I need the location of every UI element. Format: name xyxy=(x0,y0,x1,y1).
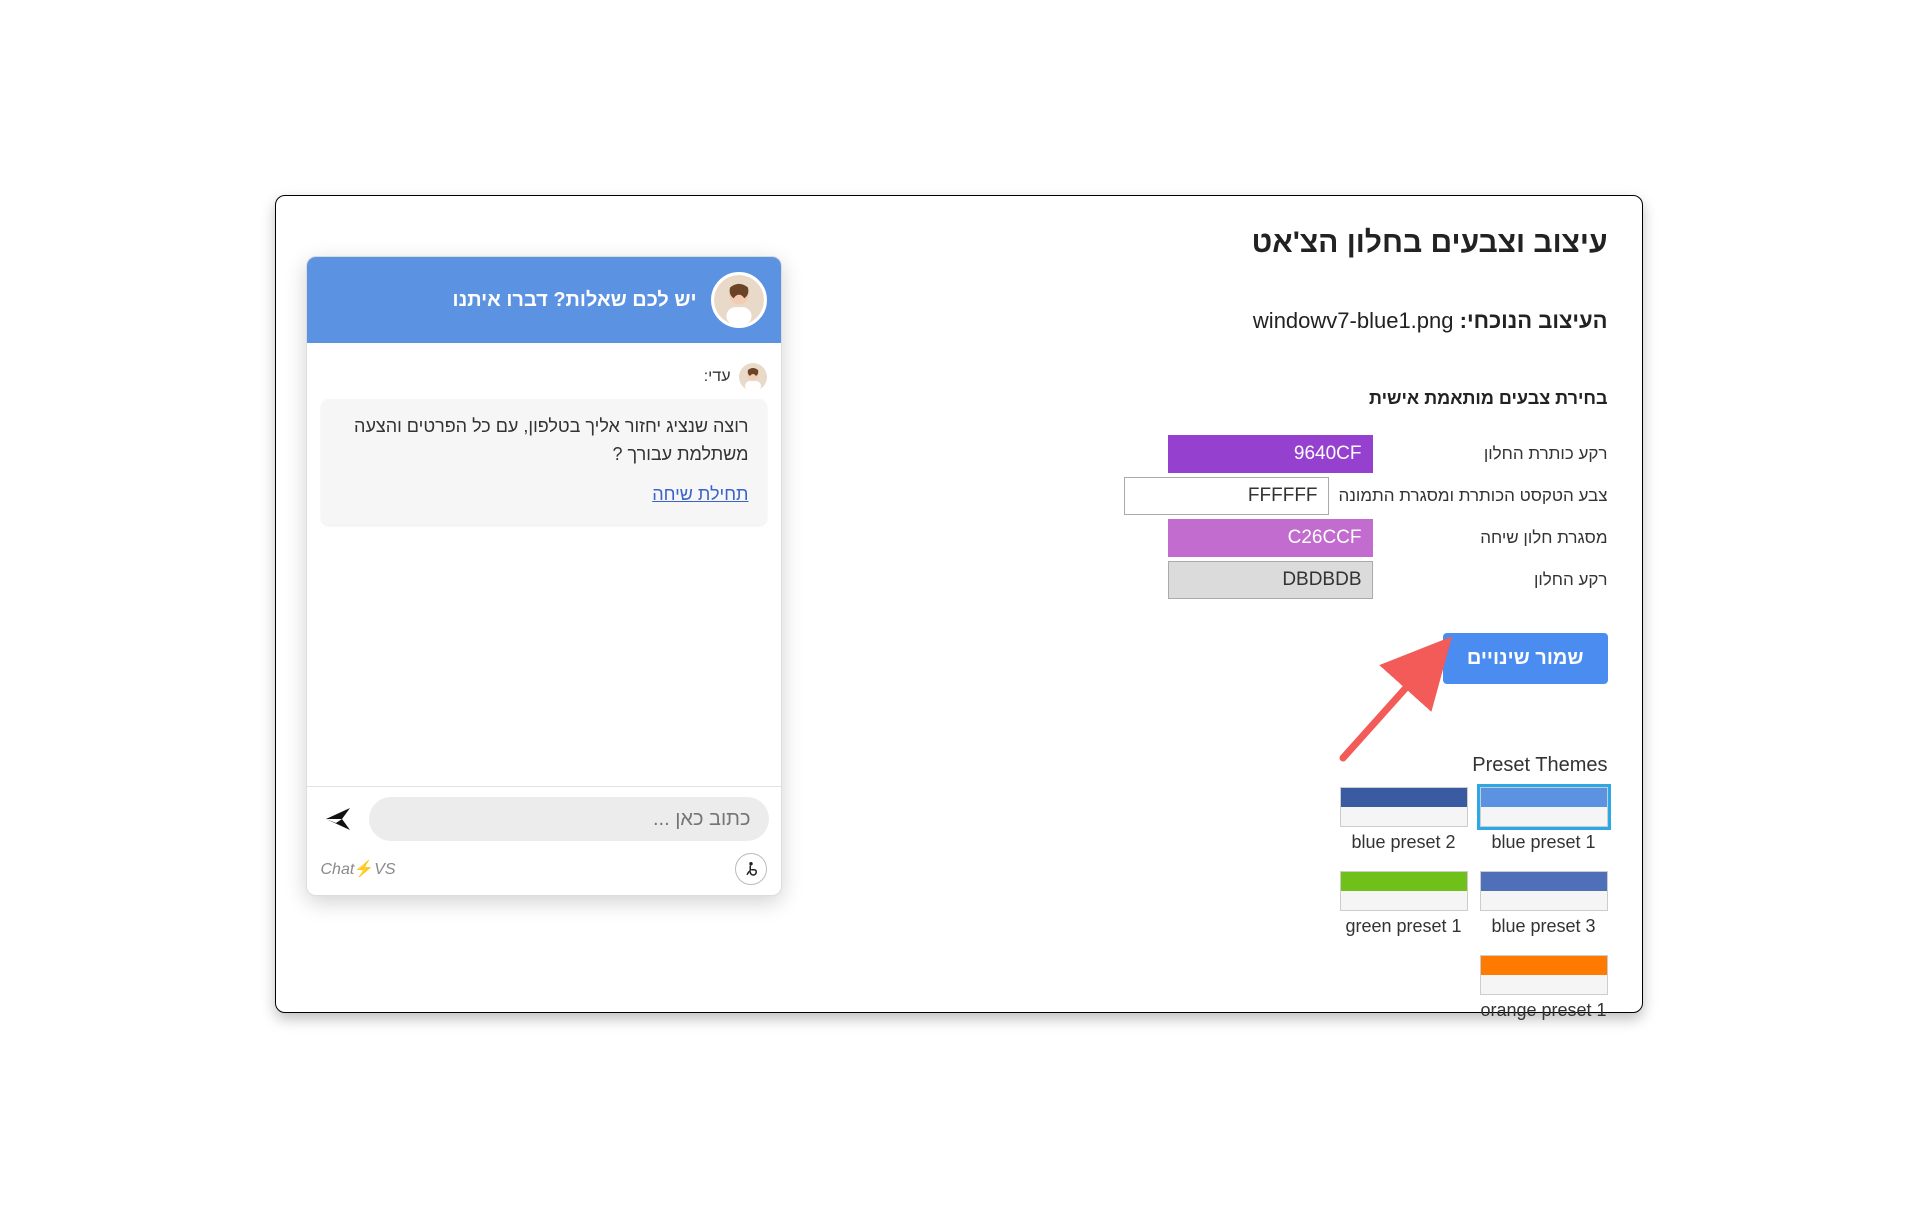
accessibility-button[interactable] xyxy=(735,853,767,885)
color-label: צבע הטקסט הכותרת ומסגרת התמונה xyxy=(1339,486,1608,506)
preset-blue-2[interactable]: blue preset 2 xyxy=(1340,787,1468,853)
color-input-header-bg[interactable] xyxy=(1168,435,1373,473)
send-icon xyxy=(324,805,352,833)
color-table: רקע כותרת החלון צבע הטקסט הכותרת ומסגרת … xyxy=(1124,433,1608,601)
preset-label: blue preset 2 xyxy=(1351,832,1455,853)
page-title: עיצוב וצבעים בחלון הצ'אט xyxy=(1124,226,1608,260)
current-design-label: העיצוב הנוכחי: xyxy=(1460,308,1608,333)
accessibility-icon xyxy=(742,860,760,878)
preset-themes-title: Preset Themes xyxy=(1340,754,1608,777)
color-label: רקע כותרת החלון xyxy=(1383,444,1608,464)
preset-green-1[interactable]: green preset 1 xyxy=(1340,871,1468,937)
agent-avatar xyxy=(711,272,767,328)
message-author-row: עדי: xyxy=(321,363,767,391)
color-label: מסגרת חלון שיחה xyxy=(1383,528,1608,548)
message-bubble: רוצה שנציג יחזור אליך בטלפון, עם כל הפרט… xyxy=(321,399,767,525)
color-label: רקע החלון xyxy=(1383,570,1608,590)
preset-orange-1[interactable]: orange preset 1 xyxy=(1480,955,1608,1021)
personal-colors-heading: בחירת צבעים מותאמת אישית xyxy=(1124,388,1608,409)
chat-header-text: יש לכם שאלות? דברו איתנו xyxy=(453,289,697,312)
preset-label: blue preset 1 xyxy=(1491,832,1595,853)
preset-grid: blue preset 2 blue preset 1 green preset… xyxy=(1340,787,1608,1021)
chat-preview: יש לכם שאלות? דברו איתנו עדי: רוצה שנציג… xyxy=(306,256,782,896)
current-design-file: windowv7-blue1.png xyxy=(1253,308,1454,333)
color-row-window-bg: רקע החלון xyxy=(1124,559,1608,601)
preset-blue-3[interactable]: blue preset 3 xyxy=(1480,871,1608,937)
settings-panel: עיצוב וצבעים בחלון הצ'אט העיצוב הנוכחי: … xyxy=(1124,226,1608,684)
color-row-header-bg: רקע כותרת החלון xyxy=(1124,433,1608,475)
color-row-header-text: צבע הטקסט הכותרת ומסגרת התמונה xyxy=(1124,475,1608,517)
color-row-window-border: מסגרת חלון שיחה xyxy=(1124,517,1608,559)
message-author-name: עדי: xyxy=(704,368,731,386)
preset-label: blue preset 3 xyxy=(1491,916,1595,937)
brand-vs: VS xyxy=(374,861,395,878)
chat-footer: Chat⚡VS xyxy=(307,786,781,895)
color-input-header-text[interactable] xyxy=(1124,477,1329,515)
settings-card: עיצוב וצבעים בחלון הצ'אט העיצוב הנוכחי: … xyxy=(275,195,1643,1013)
save-button[interactable]: שמור שינויים xyxy=(1443,633,1608,684)
message-text: רוצה שנציג יחזור אליך בטלפון, עם כל הפרט… xyxy=(339,413,749,469)
send-button[interactable] xyxy=(319,800,357,838)
agent-small-avatar xyxy=(739,363,767,391)
preset-themes: Preset Themes blue preset 2 blue preset … xyxy=(1340,754,1608,1021)
chat-text-input[interactable] xyxy=(369,797,769,841)
bolt-icon: ⚡ xyxy=(354,861,374,878)
color-input-window-border[interactable] xyxy=(1168,519,1373,557)
current-design: העיצוב הנוכחי: windowv7-blue1.png xyxy=(1124,308,1608,334)
brand-chat: Chat xyxy=(321,861,355,878)
preset-blue-1[interactable]: blue preset 1 xyxy=(1480,787,1608,853)
color-input-window-bg[interactable] xyxy=(1168,561,1373,599)
preset-label: orange preset 1 xyxy=(1480,1000,1606,1021)
preset-label: green preset 1 xyxy=(1345,916,1461,937)
chat-header: יש לכם שאלות? דברו איתנו xyxy=(307,257,781,343)
start-chat-link[interactable]: תחילת שיחה xyxy=(652,481,748,509)
chat-brand: Chat⚡VS xyxy=(321,859,396,879)
chat-body: עדי: רוצה שנציג יחזור אליך בטלפון, עם כל… xyxy=(307,343,781,786)
